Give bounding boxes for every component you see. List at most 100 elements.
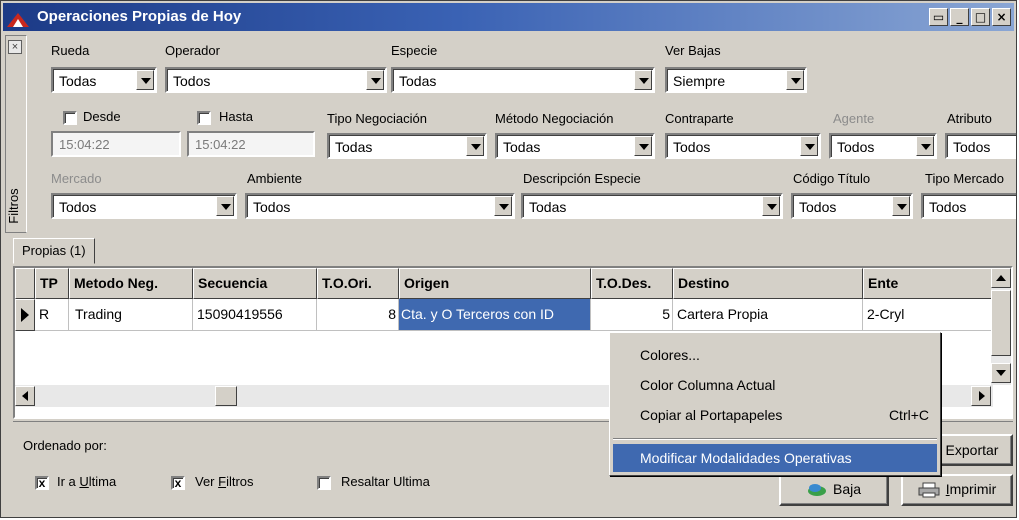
- menu-separator: [613, 438, 937, 440]
- rueda-select[interactable]: Todas: [51, 67, 157, 93]
- desde-checkbox[interactable]: [63, 111, 77, 125]
- atributo-select[interactable]: Todos: [945, 133, 1016, 159]
- chevron-down-icon[interactable]: [892, 196, 910, 216]
- resaltar-ultima-checkbox[interactable]: [317, 476, 331, 490]
- menu-item-color-columna-actual[interactable]: Color Columna Actual: [613, 371, 937, 399]
- hasta-time-field[interactable]: 15:04:22: [187, 131, 315, 157]
- title-bar[interactable]: Operaciones Propias de Hoy ▭ _ □ ×: [3, 3, 1014, 31]
- descripcion-especie-select[interactable]: Todas: [521, 193, 783, 219]
- chevron-down-icon[interactable]: [634, 136, 652, 156]
- chevron-down-icon[interactable]: [762, 196, 780, 216]
- codigo-titulo-select[interactable]: Todos: [791, 193, 913, 219]
- grid-header: TP Metodo Neg. Secuencia T.O.Ori. Origen…: [15, 268, 993, 299]
- ir-a-ultima-label-u: U: [79, 474, 89, 489]
- maximize-button[interactable]: □: [971, 8, 990, 26]
- close-button[interactable]: ×: [992, 8, 1011, 26]
- chevron-down-icon[interactable]: [216, 196, 234, 216]
- tab-propias[interactable]: Propias (1): [13, 238, 95, 264]
- restore-icon: ▭: [932, 10, 945, 24]
- especie-value: Todas: [399, 73, 437, 89]
- chevron-down-icon[interactable]: [916, 136, 934, 156]
- resaltar-ultima-label: Resaltar Ultima: [341, 474, 430, 489]
- imprimir-button[interactable]: Imprimir: [901, 474, 1013, 506]
- chevron-down-icon[interactable]: [786, 70, 804, 90]
- cell-tp[interactable]: R: [35, 299, 69, 331]
- metodo-negociacion-value: Todas: [503, 139, 541, 155]
- menu-item-colores-label: Colores...: [640, 347, 700, 363]
- desde-time-value: 15:04:22: [59, 137, 110, 152]
- cell-secuencia[interactable]: 15090419556: [193, 299, 317, 331]
- exportar-label: Exportar: [945, 442, 999, 458]
- column-header-ente[interactable]: Ente: [863, 268, 993, 299]
- ver-filtros-label-u: F: [218, 474, 227, 489]
- rueda-value: Todas: [59, 73, 97, 89]
- column-header-metodo[interactable]: Metodo Neg.: [69, 268, 193, 299]
- operador-label: Operador: [165, 43, 220, 58]
- scroll-up-icon[interactable]: [991, 268, 1011, 288]
- cell-to-ori[interactable]: 8: [317, 299, 399, 331]
- chevron-down-icon[interactable]: [366, 70, 384, 90]
- restore-button[interactable]: ▭: [929, 8, 948, 26]
- hasta-time-value: 15:04:22: [195, 137, 246, 152]
- cell-destino[interactable]: Cartera Propia: [673, 299, 863, 331]
- baja-button[interactable]: Baja: [779, 474, 889, 506]
- ambiente-select[interactable]: Todos: [245, 193, 515, 219]
- scroll-left-icon[interactable]: [15, 386, 35, 406]
- filters-strip-label[interactable]: Filtros: [6, 178, 26, 234]
- mercado-select[interactable]: Todos: [51, 193, 237, 219]
- column-header-origen[interactable]: Origen: [399, 268, 591, 299]
- menu-item-modificar-label: Modificar Modalidades Operativas: [640, 450, 852, 466]
- vertical-scroll-thumb[interactable]: [991, 290, 1011, 356]
- contraparte-select[interactable]: Todos: [665, 133, 821, 159]
- column-header-to-ori[interactable]: T.O.Ori.: [317, 268, 399, 299]
- cell-metodo[interactable]: Trading: [69, 299, 193, 331]
- desde-time-field[interactable]: 15:04:22: [51, 131, 181, 157]
- ver-bajas-select[interactable]: Siempre: [665, 67, 807, 93]
- chevron-down-icon[interactable]: [136, 70, 154, 90]
- menu-item-copiar-portapapeles[interactable]: Copiar al Portapapeles Ctrl+C: [613, 401, 937, 429]
- column-header-to-des[interactable]: T.O.Des.: [591, 268, 673, 299]
- chevron-down-icon[interactable]: [466, 136, 484, 156]
- operador-select[interactable]: Todos: [165, 67, 387, 93]
- contraparte-label: Contraparte: [665, 111, 734, 126]
- codigo-titulo-label: Código Título: [793, 171, 871, 186]
- scroll-right-icon[interactable]: [971, 386, 991, 406]
- baja-icon: [807, 484, 826, 497]
- menu-item-color-columna-label: Color Columna Actual: [640, 377, 776, 393]
- ordenado-por-label: Ordenado por:: [23, 438, 107, 453]
- menu-item-modificar-modalidades[interactable]: Modificar Modalidades Operativas: [613, 444, 937, 472]
- horizontal-scroll-thumb[interactable]: [215, 386, 237, 406]
- close-filters-icon[interactable]: ×: [8, 40, 22, 54]
- column-header-secuencia[interactable]: Secuencia: [193, 268, 317, 299]
- ver-filtros-checkbox[interactable]: x: [171, 476, 185, 490]
- window-title: Operaciones Propias de Hoy: [37, 8, 242, 25]
- chevron-down-icon[interactable]: [800, 136, 818, 156]
- metodo-negociacion-select[interactable]: Todas: [495, 133, 655, 159]
- ir-a-ultima-checkbox[interactable]: x: [35, 476, 49, 490]
- minimize-button[interactable]: _: [950, 8, 969, 26]
- cell-origen[interactable]: Cta. y O Terceros con ID: [399, 299, 591, 331]
- agente-select[interactable]: Todos: [829, 133, 937, 159]
- scroll-down-icon[interactable]: [991, 363, 1011, 383]
- cell-to-des[interactable]: 5: [591, 299, 673, 331]
- exportar-button[interactable]: Exportar: [931, 434, 1013, 466]
- vertical-scrollbar[interactable]: [991, 268, 1011, 385]
- column-header-tp[interactable]: TP: [35, 268, 69, 299]
- especie-label: Especie: [391, 43, 438, 58]
- menu-item-colores[interactable]: Colores...: [613, 341, 937, 369]
- current-row-arrow-icon[interactable]: [15, 299, 35, 331]
- column-header-destino[interactable]: Destino: [673, 268, 863, 299]
- ambiente-value: Todos: [253, 199, 291, 215]
- tipo-negociacion-select[interactable]: Todas: [327, 133, 487, 159]
- hasta-checkbox[interactable]: [197, 111, 211, 125]
- menu-item-copiar-label: Copiar al Portapapeles: [640, 407, 783, 423]
- cell-ente[interactable]: 2-Cryl: [863, 299, 993, 331]
- operador-value: Todos: [173, 73, 211, 89]
- especie-select[interactable]: Todas: [391, 67, 655, 93]
- chevron-down-icon[interactable]: [494, 196, 512, 216]
- app-logo-icon: [7, 7, 29, 27]
- metodo-negociacion-label: Método Negociación: [495, 111, 614, 126]
- tipo-mercado-select[interactable]: Todos: [921, 193, 1016, 219]
- chevron-down-icon[interactable]: [634, 70, 652, 90]
- mercado-value: Todos: [59, 199, 97, 215]
